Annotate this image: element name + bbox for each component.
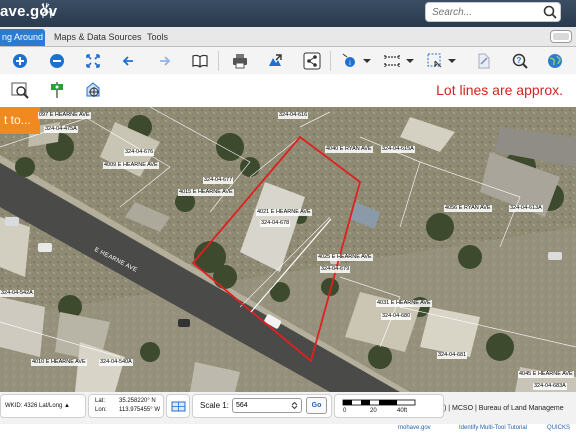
- app-header: ave.gov: [0, 0, 576, 27]
- parcel-apn-label: 324-04-677: [203, 177, 234, 184]
- share-icon[interactable]: [303, 52, 321, 70]
- lat-value: 35.258220° N: [119, 398, 156, 404]
- scale-bar-mid: 20: [370, 408, 377, 414]
- lon-value: 113.975455° W: [119, 407, 160, 413]
- map-view[interactable]: t to... E HEARNE AVE 097 E HEARNE AVE 32…: [0, 107, 576, 392]
- parcel-apn-label: 324-04-542A: [0, 290, 34, 297]
- footer-tutorial-link[interactable]: Identify Multi-Tool Tutorial: [459, 424, 527, 432]
- attribution-text: ) | MCSO | Bureau of Land Manageme: [444, 405, 564, 412]
- globe-icon[interactable]: [546, 52, 564, 70]
- parcel-apn-label: 324-04-680: [381, 313, 412, 320]
- export-map-icon[interactable]: [266, 52, 284, 70]
- elk-logo-icon: [41, 2, 53, 19]
- chevron-down-icon[interactable]: [362, 52, 372, 70]
- parcel-apn-label: 324-04-615A: [381, 146, 415, 153]
- wkid-selector[interactable]: WKID: 4326 Lat/Long ▲: [0, 394, 86, 418]
- panel-toggle[interactable]: [550, 30, 572, 43]
- scale-bar-zero: 0: [343, 408, 347, 414]
- print-icon[interactable]: [231, 52, 249, 70]
- parcel-address-label: 4010 E HEARNE AVE: [31, 359, 87, 366]
- toolbar-divider: [218, 51, 219, 71]
- wkid-label: WKID: 4326 Lat/Long ▲: [5, 403, 70, 409]
- parcel-apn-label: 324-04-475A: [44, 126, 78, 133]
- parcel-address-label: 097 E HEARNE AVE: [38, 112, 91, 119]
- parcel-address-label: 4031 E HEARNE AVE: [376, 300, 432, 307]
- crosshair-map-icon: [171, 401, 186, 412]
- parcel-address-label: 4045 E HEARNE AVE: [518, 371, 574, 378]
- tab-maps-data-sources[interactable]: Maps & Data Sources: [54, 29, 142, 46]
- full-extent-icon[interactable]: [84, 52, 102, 70]
- bookmarks-icon[interactable]: [191, 52, 209, 70]
- search-input[interactable]: [432, 5, 532, 19]
- identify-icon[interactable]: i: [341, 52, 359, 70]
- chevron-down-icon[interactable]: [405, 52, 415, 70]
- parcel-apn-label: 324-04-676: [124, 149, 155, 156]
- footer-links: mohave.gov Identify Multi-Tool Tutorial …: [0, 424, 576, 432]
- gps-location-icon[interactable]: [83, 80, 103, 100]
- parcel-address-label: 4025 E HEARNE AVE: [317, 254, 373, 261]
- lon-label: Lon:: [95, 407, 107, 413]
- next-extent-icon[interactable]: [155, 52, 173, 70]
- parcel-apn-label: 324-04-679: [320, 266, 351, 273]
- scale-input[interactable]: 564: [232, 398, 302, 413]
- chevron-down-icon[interactable]: [447, 52, 457, 70]
- tab-tools[interactable]: Tools: [147, 29, 168, 46]
- clear-graphics-icon[interactable]: [474, 52, 492, 70]
- zoom-to-selection-icon[interactable]: [11, 80, 31, 100]
- footer-site-link[interactable]: mohave.gov: [398, 424, 431, 432]
- parcel-address-label: 4040 E RYAN AVE: [325, 146, 373, 153]
- street-view-pin-icon[interactable]: [47, 80, 67, 100]
- parcel-apn-label: 324-04-540A: [99, 359, 133, 366]
- help-icon[interactable]: ?: [511, 52, 529, 70]
- parcel-apn-label: 324-04-678: [260, 220, 291, 227]
- tab-getting-around[interactable]: ng Around: [0, 29, 45, 46]
- parcel-address-label: 4021 E HEARNE AVE: [256, 209, 312, 216]
- scale-value: 564: [236, 402, 248, 409]
- scale-bar: 0 20 40ft: [334, 394, 444, 418]
- lot-lines-notice: Lot lines are approx.: [436, 82, 563, 98]
- toolbar-divider: [330, 51, 331, 71]
- select-arrows-icon: [291, 402, 298, 409]
- scale-label: Scale 1:: [200, 401, 229, 410]
- measure-icon[interactable]: [383, 52, 401, 70]
- parcel-address-label: 4015 E HEARNE AVE: [178, 189, 234, 196]
- map-toolbar: i ?: [0, 47, 576, 74]
- select-tool-icon[interactable]: [426, 52, 444, 70]
- parcel-address-label: 4009 E HEARNE AVE: [103, 162, 159, 169]
- parcel-apn-label: 324-04-616: [278, 112, 309, 119]
- parcel-apn-label: 324-04-683A: [533, 383, 567, 390]
- coordinate-tool-button[interactable]: [166, 394, 190, 418]
- parcel-apn-label: 324-04-613A: [509, 205, 543, 212]
- parcel-address-label: 4056 E RYAN AVE: [444, 205, 492, 212]
- scale-bar-end: 40ft: [397, 408, 408, 414]
- secondary-toolbar: Lot lines are approx.: [0, 74, 576, 107]
- parcel-apn-label: 324-04-681: [437, 352, 468, 359]
- lat-label: Lat:: [95, 398, 106, 404]
- footer-quickstart-link[interactable]: QUICKS: [547, 424, 570, 432]
- tab-bar: ng Around Maps & Data Sources Tools: [0, 27, 576, 47]
- svg-text:?: ?: [517, 56, 522, 65]
- previous-extent-icon[interactable]: [120, 52, 138, 70]
- coordinate-readout: Lat: 35.258220° N Lon: 113.975455° W: [88, 394, 164, 418]
- aerial-imagery: [0, 107, 576, 392]
- go-button[interactable]: Go: [306, 397, 327, 414]
- search-box[interactable]: [425, 2, 561, 22]
- zoom-out-icon[interactable]: [48, 52, 66, 70]
- scale-bar-graphic: [342, 399, 416, 406]
- svg-text:i: i: [349, 59, 351, 67]
- search-icon[interactable]: [542, 4, 558, 20]
- go-to-button[interactable]: t to...: [0, 107, 40, 134]
- zoom-in-icon[interactable]: [11, 52, 29, 70]
